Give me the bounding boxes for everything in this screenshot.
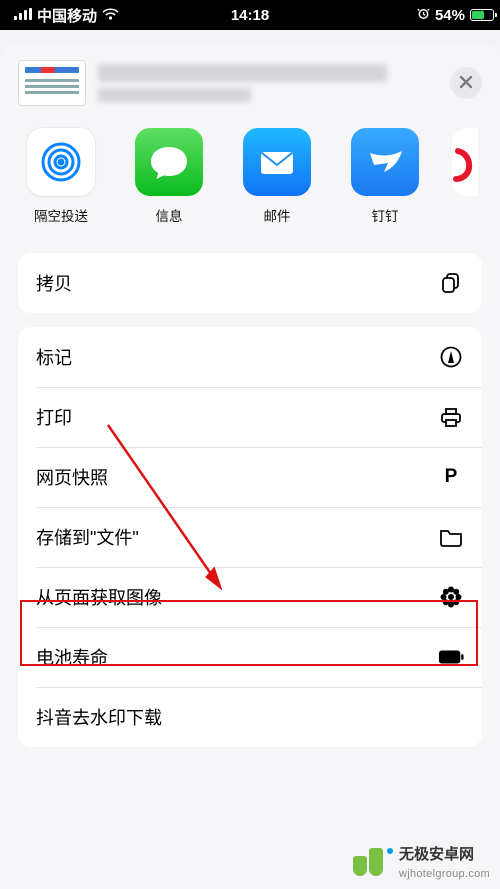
watermark-title: 无极安卓网 (399, 846, 474, 863)
share-label: 隔空投送 (34, 205, 88, 225)
status-left: 中国移动 (14, 5, 119, 26)
action-save-to-files[interactable]: 存储到"文件" (18, 507, 482, 567)
action-label: 从页面获取图像 (36, 584, 162, 610)
close-icon (459, 73, 473, 94)
share-target-dingtalk[interactable]: 钉钉 (342, 128, 428, 225)
share-targets-row[interactable]: 隔空投送 信息 邮件 钉钉 (0, 126, 500, 239)
airdrop-icon (27, 128, 95, 196)
action-label: 抖音去水印下载 (36, 704, 162, 730)
flower-icon (438, 584, 464, 610)
share-sheet: 隔空投送 信息 邮件 钉钉 拷贝 (0, 44, 500, 889)
battery-pct: 54% (435, 7, 465, 24)
action-battery-life[interactable]: 电池寿命 (18, 627, 482, 687)
sheet-header (0, 44, 500, 126)
status-right: 54% (417, 7, 486, 24)
document-title (98, 64, 387, 82)
print-icon (438, 404, 464, 430)
signal-icon (14, 7, 32, 24)
watermark: 无极安卓网 wjhotelgroup.com (353, 843, 490, 881)
action-group-2: 标记 打印 网页快照 P 存储到"文件" 从页面获取图像 (18, 327, 482, 747)
alarm-icon (417, 7, 430, 24)
share-target-mail[interactable]: 邮件 (234, 128, 320, 225)
action-copy[interactable]: 拷贝 (18, 253, 482, 313)
document-subtitle (98, 88, 251, 102)
battery-icon (470, 9, 486, 21)
status-bar: 中国移动 14:18 54% (0, 0, 500, 30)
share-label: 钉钉 (372, 205, 399, 225)
action-douyin-download[interactable]: 抖音去水印下载 (18, 687, 482, 747)
share-label: 信息 (156, 205, 183, 225)
document-thumbnail[interactable] (18, 60, 86, 106)
action-label: 打印 (36, 404, 72, 430)
wifi-icon (102, 7, 119, 24)
mail-icon (243, 128, 311, 196)
action-label: 网页快照 (36, 464, 108, 490)
action-group-1: 拷贝 (18, 253, 482, 313)
share-target-messages[interactable]: 信息 (126, 128, 212, 225)
action-get-images[interactable]: 从页面获取图像 (18, 567, 482, 627)
action-web-archive[interactable]: 网页快照 P (18, 447, 482, 507)
action-label: 标记 (36, 344, 72, 370)
p-icon: P (438, 464, 464, 490)
action-markup[interactable]: 标记 (18, 327, 482, 387)
copy-icon (438, 270, 464, 296)
carrier-label: 中国移动 (37, 5, 97, 26)
share-target-more[interactable] (450, 128, 480, 196)
markup-icon (438, 344, 464, 370)
folder-icon (438, 524, 464, 550)
action-print[interactable]: 打印 (18, 387, 482, 447)
action-label: 存储到"文件" (36, 524, 139, 550)
watermark-sub: wjhotelgroup.com (399, 868, 490, 880)
watermark-logo-icon (353, 848, 393, 876)
action-label: 拷贝 (36, 270, 72, 296)
more-app-icon (452, 128, 478, 196)
blank-icon (438, 704, 464, 730)
battery-icon (438, 644, 464, 670)
messages-icon (135, 128, 203, 196)
status-time: 14:18 (231, 7, 269, 24)
close-button[interactable] (450, 67, 482, 99)
share-target-airdrop[interactable]: 隔空投送 (18, 128, 104, 225)
action-label: 电池寿命 (36, 644, 108, 670)
dingtalk-icon (351, 128, 419, 196)
share-label: 邮件 (264, 205, 291, 225)
document-info (98, 64, 438, 102)
